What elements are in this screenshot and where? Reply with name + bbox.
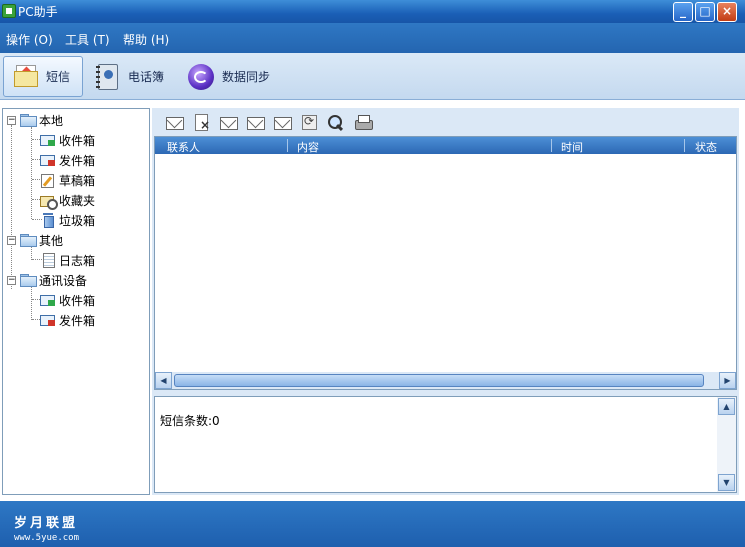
app-icon	[2, 4, 16, 18]
tree-item-device-inbox[interactable]: 收件箱	[40, 291, 95, 309]
tree-group-other[interactable]: 其他	[20, 231, 63, 249]
delete-message-icon[interactable]	[192, 114, 210, 132]
print-icon[interactable]	[354, 114, 373, 130]
tree-item-drafts[interactable]: 草稿箱	[40, 171, 95, 189]
tab-sms-label: 短信	[46, 70, 71, 84]
tree-item-device-outbox[interactable]: 发件箱	[40, 311, 95, 329]
horizontal-scrollbar[interactable]: ◀ ▶	[155, 372, 736, 389]
tab-data-sync[interactable]: 数据同步	[180, 56, 280, 97]
tab-data-sync-label: 数据同步	[222, 70, 271, 84]
folder-icon	[20, 234, 37, 247]
refresh-icon[interactable]	[300, 114, 318, 130]
minimize-button[interactable]: _	[673, 2, 693, 22]
tab-phonebook-label: 电话簿	[128, 70, 165, 84]
scroll-right-button[interactable]: ▶	[719, 372, 736, 389]
tree-item-favorites[interactable]: 收藏夹	[40, 191, 96, 210]
log-icon	[40, 253, 56, 268]
scroll-left-button[interactable]: ◀	[155, 372, 172, 389]
inbox-icon	[40, 133, 56, 147]
new-message-icon[interactable]	[165, 114, 184, 130]
folder-tree: − 本地 收件箱 发件箱 草稿箱 收藏夹 垃圾箱 − 其他 日志箱 − 通讯设备	[2, 108, 150, 495]
scroll-down-button[interactable]: ▼	[718, 474, 735, 491]
favorites-icon	[40, 193, 58, 210]
tree-item-local-inbox[interactable]: 收件箱	[40, 131, 95, 149]
inbox-icon	[40, 293, 56, 307]
expander-local[interactable]: −	[7, 116, 16, 125]
tree-group-label: 本地	[39, 113, 64, 128]
expander-device[interactable]: −	[7, 276, 16, 285]
tree-group-label: 通讯设备	[39, 273, 88, 288]
message-count: 短信条数:0	[160, 414, 220, 428]
menu-bar: 操作 (O) 工具 (T) 帮助 (H)	[0, 23, 745, 53]
draft-icon	[40, 173, 56, 188]
scroll-up-button[interactable]: ▲	[718, 398, 735, 415]
reply-icon[interactable]	[219, 114, 238, 130]
maximize-button[interactable]: □	[695, 2, 715, 22]
menu-operate[interactable]: 操作 (O)	[6, 31, 53, 48]
column-content[interactable]: 内容	[297, 139, 319, 155]
menu-help[interactable]: 帮助 (H)	[123, 31, 169, 48]
tree-item-local-outbox[interactable]: 发件箱	[40, 151, 95, 169]
logo-url: www.5yue.com	[14, 533, 80, 543]
tree-group-label: 其他	[39, 233, 64, 248]
list-header: 联系人 内容 时间 状态	[155, 137, 736, 154]
message-toolbar	[152, 108, 739, 136]
column-time[interactable]: 时间	[561, 139, 583, 155]
send-icon[interactable]	[273, 114, 292, 130]
tree-item-label: 收件箱	[59, 293, 96, 308]
message-envelope-icon	[12, 63, 40, 91]
search-icon[interactable]	[327, 114, 345, 130]
tree-item-trash[interactable]: 垃圾箱	[40, 211, 95, 229]
logo: 岁月联盟 www.5yue.com	[14, 512, 79, 543]
column-status[interactable]: 状态	[695, 139, 717, 155]
tree-item-label: 发件箱	[59, 313, 96, 328]
tree-group-device[interactable]: 通讯设备	[20, 271, 87, 289]
tree-item-label: 收件箱	[59, 133, 96, 148]
tab-sms[interactable]: 短信	[3, 56, 83, 97]
phonebook-icon	[94, 62, 122, 92]
tree-item-label: 垃圾箱	[59, 213, 96, 228]
column-contact[interactable]: 联系人	[167, 139, 200, 155]
folder-icon	[20, 114, 37, 127]
main-toolbar: 短信 电话簿 数据同步	[0, 53, 745, 100]
menu-tools[interactable]: 工具 (T)	[65, 31, 110, 48]
status-bar: 岁月联盟 www.5yue.com	[0, 501, 745, 547]
sync-globe-icon	[186, 62, 216, 92]
tree-item-log[interactable]: 日志箱	[40, 251, 95, 269]
vertical-scrollbar[interactable]: ▲ ▼	[717, 397, 736, 492]
tree-item-label: 日志箱	[59, 253, 96, 268]
tab-phonebook[interactable]: 电话簿	[88, 56, 178, 97]
outbox-icon	[40, 313, 56, 327]
tree-group-local[interactable]: 本地	[20, 111, 63, 129]
folder-icon	[20, 274, 37, 287]
logo-text: 岁月联盟	[14, 516, 79, 531]
tree-item-label: 收藏夹	[59, 193, 96, 208]
window-title: PC助手	[18, 5, 58, 19]
tree-item-label: 发件箱	[59, 153, 96, 168]
close-button[interactable]: ×	[717, 2, 737, 22]
title-bar: PC助手 _ □ ×	[0, 0, 745, 23]
forward-icon[interactable]	[246, 114, 265, 130]
message-list[interactable]: 联系人 内容 时间 状态 ◀ ▶	[154, 136, 737, 390]
tree-item-label: 草稿箱	[59, 173, 96, 188]
trash-icon	[40, 213, 56, 228]
message-detail: 短信条数:0 ▲ ▼	[154, 396, 737, 493]
message-panel: 联系人 内容 时间 状态 ◀ ▶ 短信条数:0 ▲ ▼	[152, 108, 739, 495]
scroll-thumb[interactable]	[174, 374, 704, 387]
expander-other[interactable]: −	[7, 236, 16, 245]
outbox-icon	[40, 153, 56, 167]
